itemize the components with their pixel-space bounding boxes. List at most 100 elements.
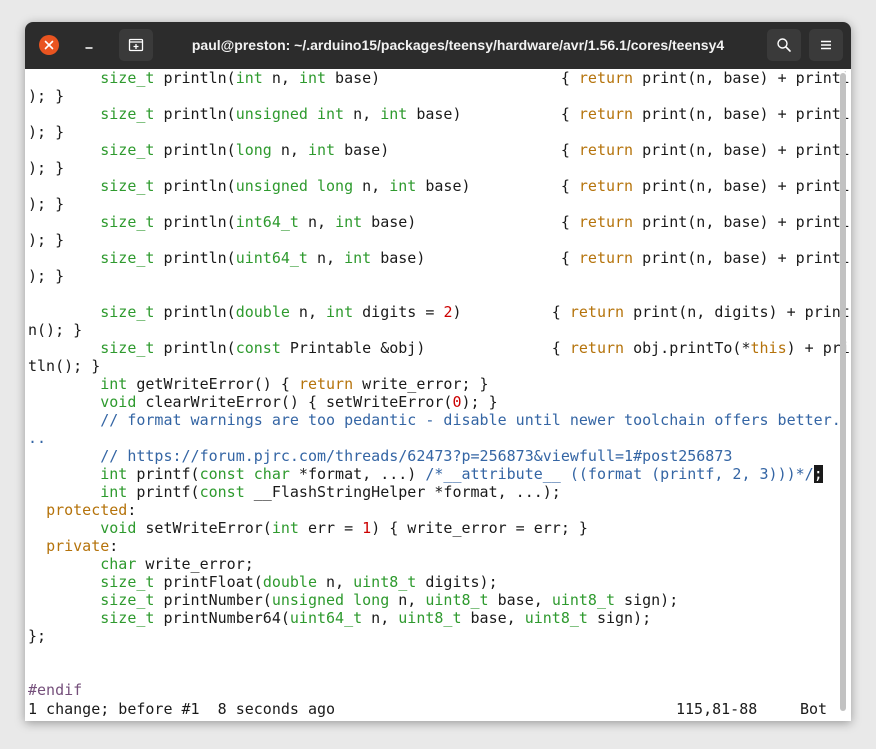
code-line[interactable]: [28, 663, 851, 681]
code-line[interactable]: };: [28, 627, 851, 645]
code-token: base,: [488, 591, 552, 609]
code-token: double: [262, 573, 317, 591]
code-token: uint8_t: [524, 609, 588, 627]
code-token: n,: [262, 69, 299, 87]
code-token: // https://forum.pjrc.com/threads/62473?…: [100, 447, 733, 465]
code-line[interactable]: [28, 645, 851, 663]
code-line[interactable]: size_t printNumber64(uint64_t n, uint8_t…: [28, 609, 851, 627]
code-token: unsigned: [235, 177, 308, 195]
code-token: println(: [154, 69, 236, 87]
code-line[interactable]: #endif: [28, 681, 851, 699]
code-line[interactable]: ); }: [28, 267, 851, 285]
code-line[interactable]: int printf(const __FlashStringHelper *fo…: [28, 483, 851, 501]
code-token: write_error;: [136, 555, 254, 573]
code-line[interactable]: // https://forum.pjrc.com/threads/62473?…: [28, 447, 851, 465]
code-line[interactable]: size_t println(long n, int base) { retur…: [28, 141, 851, 159]
code-token: :: [127, 501, 137, 519]
code-line[interactable]: size_t println(unsigned long n, int base…: [28, 177, 851, 195]
status-message: 1 change; before #1 8 seconds ago: [28, 700, 336, 718]
code-line[interactable]: void setWriteError(int err = 1) { write_…: [28, 519, 851, 537]
code-token: char: [100, 555, 137, 573]
menu-button[interactable]: [809, 29, 843, 61]
close-button[interactable]: [39, 35, 59, 55]
code-token: long: [235, 141, 272, 159]
code-line[interactable]: size_t println(int n, int base) { return…: [28, 69, 851, 87]
code-token: size_t: [100, 339, 155, 357]
terminal-area[interactable]: size_t println( int n, int base) { return…: [25, 69, 851, 721]
vim-status-line: 1 change; before #1 8 seconds ago 115,81…: [28, 700, 838, 718]
code-line[interactable]: // format warnings are too pedantic - di…: [28, 411, 851, 429]
code-line[interactable]: [28, 285, 851, 303]
code-token: int64_t: [235, 213, 299, 231]
code-line[interactable]: size_t println(const Printable &obj) { r…: [28, 339, 851, 357]
code-token: n,: [389, 591, 426, 609]
window-title: paul@preston: ~/.arduino15/packages/teen…: [191, 37, 725, 53]
code-buffer[interactable]: size_t println( int n, int base) { return…: [28, 69, 851, 699]
code-token: };: [28, 627, 47, 645]
code-line[interactable]: size_t printNumber(unsigned long n, uint…: [28, 591, 851, 609]
code-line[interactable]: int getWriteError() { return write_error…: [28, 375, 851, 393]
code-token: uint64_t: [289, 609, 363, 627]
code-token: println(: [154, 141, 236, 159]
code-token: printf(: [127, 483, 200, 501]
code-token: ) { write_error = err; }: [371, 519, 588, 537]
code-line[interactable]: void clearWriteError() { setWriteError(0…: [28, 393, 851, 411]
code-line[interactable]: ); }: [28, 231, 851, 249]
code-line[interactable]: ); }: [28, 195, 851, 213]
title-bar[interactable]: paul@preston: ~/.arduino15/packages/teen…: [25, 22, 851, 69]
code-line[interactable]: size_t println(uint64_t n, int base) { r…: [28, 249, 851, 267]
code-line[interactable]: size_t println(unsigned int n, int base)…: [28, 105, 851, 123]
code-token: clearWriteError() { setWriteError(: [136, 393, 453, 411]
code-token: void: [100, 519, 137, 537]
code-token: base) {: [362, 213, 579, 231]
code-line[interactable]: n(); }: [28, 321, 851, 339]
minimize-icon: [85, 47, 93, 49]
minimize-button[interactable]: [77, 34, 101, 56]
code-token: uint8_t: [551, 591, 616, 609]
code-line[interactable]: int printf(const char *format, ...) /*__…: [28, 465, 851, 483]
code-token: size_t: [100, 609, 155, 627]
code-token: base) {: [326, 69, 579, 87]
code-token: int: [271, 519, 299, 537]
code-line[interactable]: ); }: [28, 87, 851, 105]
code-token: return: [569, 339, 625, 357]
code-token: base) {: [335, 141, 579, 159]
code-token: protected: [46, 501, 128, 519]
code-token: n,: [289, 303, 327, 321]
code-line[interactable]: size_t println(double n, int digits = 2)…: [28, 303, 851, 321]
code-line[interactable]: tln(); }: [28, 357, 851, 375]
code-line[interactable]: protected:: [28, 501, 851, 519]
code-token: int: [344, 249, 372, 267]
code-token: size_t: [100, 69, 155, 87]
code-token: println(: [154, 213, 236, 231]
search-button[interactable]: [767, 29, 801, 61]
scrollbar[interactable]: [840, 71, 846, 715]
code-line[interactable]: ..: [28, 429, 851, 447]
code-token: printNumber(: [154, 591, 272, 609]
code-line[interactable]: ); }: [28, 159, 851, 177]
code-line[interactable]: private:: [28, 537, 851, 555]
scrollbar-thumb[interactable]: [840, 73, 846, 711]
code-line[interactable]: ); }: [28, 123, 851, 141]
new-tab-button[interactable]: [119, 29, 153, 61]
code-line[interactable]: size_t println(int64_t n, int base) { re…: [28, 213, 851, 231]
code-line[interactable]: char write_error;: [28, 555, 851, 573]
code-token: Printable &obj) {: [280, 339, 570, 357]
code-token: ); }: [28, 123, 65, 141]
code-token: return: [578, 105, 634, 123]
code-token: print(n, base) + println(: [633, 105, 851, 123]
code-token: println(: [154, 249, 236, 267]
code-token: print(n, base) + println(: [633, 213, 851, 231]
code-token: print(n, base) + println(: [633, 177, 851, 195]
code-line[interactable]: size_t printFloat(double n, uint8_t digi…: [28, 573, 851, 591]
code-token: return: [569, 303, 625, 321]
code-token: void: [100, 393, 137, 411]
